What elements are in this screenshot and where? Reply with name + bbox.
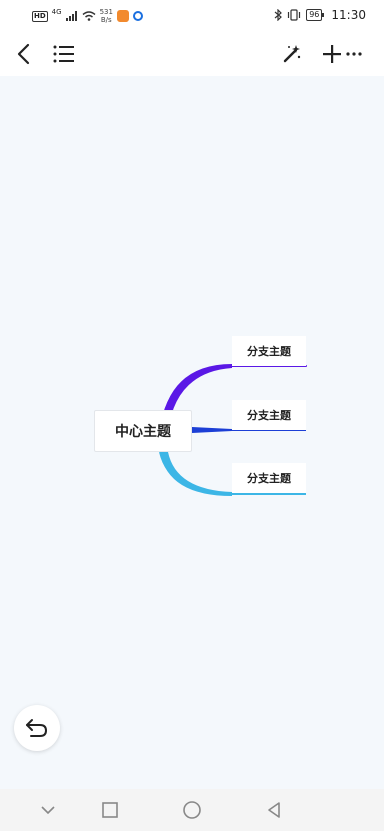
back-nav-button[interactable]: [262, 799, 286, 821]
wifi-icon: [82, 11, 96, 21]
recents-button[interactable]: [98, 799, 122, 821]
signal-icon: [65, 11, 77, 21]
outline-button[interactable]: [48, 38, 80, 70]
branch-connector-2-fill: [192, 427, 232, 433]
chevron-left-icon: [17, 43, 30, 65]
battery-icon: 96: [306, 9, 325, 21]
branch-connectors: [159, 364, 307, 496]
bluetooth-icon: [274, 9, 283, 21]
back-button[interactable]: [8, 38, 40, 70]
undo-button[interactable]: [14, 705, 60, 751]
center-topic[interactable]: 中心主题: [94, 410, 192, 452]
hide-nav-button[interactable]: [36, 799, 60, 821]
more-button[interactable]: [342, 38, 366, 70]
plus-icon: [323, 45, 341, 63]
triangle-back-icon: [268, 802, 280, 818]
net-speed-unit: B/s: [100, 16, 112, 24]
branch-topic-1[interactable]: 分支主题: [232, 336, 306, 366]
undo-icon: [26, 719, 48, 737]
home-button[interactable]: [180, 799, 204, 821]
system-nav-bar: [0, 789, 384, 831]
circle-icon: [183, 801, 201, 819]
toolbar: [0, 32, 384, 76]
status-right: 96 11:30: [274, 8, 366, 22]
chevron-down-icon: [41, 806, 55, 815]
app-notification-icon: [116, 10, 129, 22]
vibrate-icon: [288, 9, 301, 21]
status-bar: HD 4G 531 B/s 96 11:30: [0, 0, 384, 32]
square-icon: [102, 802, 118, 818]
app-notification-icon-2: [132, 11, 143, 21]
hd-badge: HD: [32, 10, 48, 22]
network-type: 4G: [51, 8, 62, 16]
status-left: HD 4G 531 B/s: [32, 8, 143, 24]
clock: 11:30: [331, 8, 366, 22]
style-button[interactable]: [276, 38, 308, 70]
branch-topic-3[interactable]: 分支主题: [232, 463, 306, 493]
net-speed-value: 531: [99, 8, 113, 16]
mindmap-canvas[interactable]: 中心主题 分支主题 分支主题 分支主题: [0, 76, 384, 789]
branch-connector-3-fill: [160, 452, 232, 496]
more-icon: [346, 52, 362, 56]
magic-wand-icon: [283, 45, 301, 63]
branch-topic-2[interactable]: 分支主题: [232, 400, 306, 430]
list-icon: [53, 45, 74, 63]
net-speed: 531 B/s: [100, 8, 113, 24]
